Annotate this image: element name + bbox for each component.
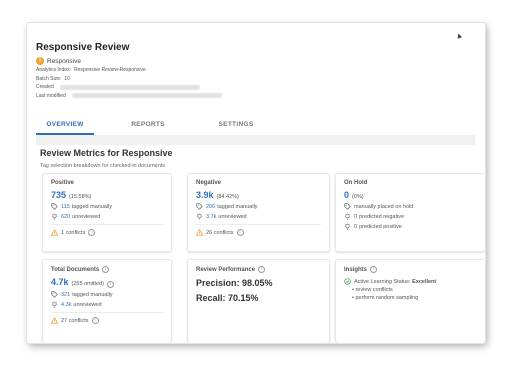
positive-card: Positive 735 (15.58%) 115 tagged manually …: [42, 173, 172, 252]
last-modified-label: Last modified: [36, 92, 66, 99]
tab-bar: OVERVIEW REPORTS SETTINGS: [36, 113, 476, 135]
total-count[interactable]: 4.7k: [51, 277, 69, 287]
unreviewed-label: unreviewed: [72, 213, 101, 220]
tagged-count[interactable]: 115: [61, 204, 70, 210]
tab-settings[interactable]: SETTINGS: [202, 113, 270, 135]
unreviewed-count[interactable]: 3.7k: [206, 214, 216, 220]
insight-bullet: • review conflicts: [352, 287, 393, 293]
predicted-positive-label: predicted positive: [359, 223, 402, 230]
tab-reports[interactable]: REPORTS: [94, 113, 202, 135]
card-title: Total Documents: [51, 266, 100, 273]
tagged-label: tagged manually: [71, 203, 113, 210]
status-warning-icon: !: [36, 57, 44, 65]
review-window: ▲ Responsive Review ! Responsive Analyti…: [27, 23, 485, 343]
on-hold-card: On Hold 0 (0%) manually placed on hold 0p…: [335, 173, 485, 252]
warning-icon: [196, 229, 203, 236]
status-label: Responsive: [47, 57, 81, 65]
divider: [51, 312, 163, 313]
review-performance-card: Review Performance i Precision: 98.05% Re…: [187, 259, 330, 343]
tag-icon: [344, 203, 351, 210]
negative-percent: (84.42%): [216, 194, 239, 200]
info-icon[interactable]: i: [102, 266, 110, 273]
tag-icon: [51, 203, 58, 210]
info-icon[interactable]: i: [106, 281, 114, 288]
info-icon[interactable]: i: [236, 229, 244, 236]
unreviewed-count[interactable]: 4.3k: [61, 302, 71, 308]
tagged-label: tagged manually: [72, 291, 113, 298]
negative-card: Negative 3.9k (84.42%) 206 tagged manually…: [187, 173, 330, 252]
menu-icon[interactable]: ▲: [454, 30, 465, 41]
recall-value: Recall: 70.15%: [196, 293, 259, 303]
section-subtitle: Tag selection breakdown for checked-in d…: [40, 163, 166, 169]
review-header: Responsive Review ! Responsive Analytics…: [36, 42, 476, 100]
last-modified-redacted: [71, 93, 222, 99]
insight-text: perform random sampling: [355, 295, 419, 301]
batch-size-value: 10: [64, 75, 70, 82]
precision-value: Precision: 98.05%: [196, 278, 273, 288]
predicted-positive-count: 0: [354, 223, 358, 230]
on-hold-count[interactable]: 0: [344, 190, 349, 200]
analytics-index-label: Analytics Index:: [36, 67, 72, 73]
created-label: Created: [36, 84, 54, 90]
meta-block: Analytics Index: Responsive Review-Respon…: [36, 66, 476, 100]
info-icon[interactable]: i: [370, 266, 378, 273]
predicted-negative-count: 0: [354, 213, 358, 220]
tag-icon: [196, 203, 203, 210]
card-title: Insights: [344, 266, 368, 273]
on-hold-percent: (0%): [352, 194, 364, 200]
page-title: Responsive Review: [36, 42, 130, 53]
info-icon[interactable]: i: [88, 229, 96, 236]
tab-overview[interactable]: OVERVIEW: [36, 113, 94, 135]
omitted-count: (255 omitted): [71, 281, 104, 287]
tagged-count[interactable]: 206: [206, 204, 215, 210]
tag-icon: [51, 291, 58, 298]
tagged-label: tagged manually: [217, 203, 258, 210]
conflicts-count[interactable]: 27 conflicts: [61, 318, 89, 324]
card-title: Negative: [196, 180, 222, 186]
insight-bullet: • perform random sampling: [352, 295, 419, 301]
insights-card: Insights i Active Learning Status: Excell…: [335, 259, 485, 343]
divider: [51, 224, 163, 225]
conflicts-count[interactable]: 1 conflicts: [61, 230, 85, 236]
warning-icon: [51, 229, 58, 236]
learning-status-value: Excellent: [412, 278, 437, 285]
learning-status-label: Active Learning Status:: [354, 278, 411, 285]
unreviewed-label: unreviewed: [73, 301, 102, 308]
status-row: ! Responsive: [36, 57, 476, 65]
manual-hold-label: manually placed on hold: [354, 203, 414, 210]
tagged-count[interactable]: 321: [61, 292, 70, 298]
card-title: Review Performance: [196, 266, 256, 273]
analytics-index-value: Responsive Review-Responsive: [74, 67, 146, 73]
divider: [196, 224, 321, 225]
unreviewed-label: unreviewed: [218, 213, 247, 220]
warning-icon: [51, 317, 58, 324]
created-redacted: [59, 84, 200, 90]
batch-size-label: Batch Size:: [36, 75, 62, 82]
lightbulb-icon: [196, 213, 203, 220]
positive-count[interactable]: 735: [51, 190, 66, 200]
info-icon[interactable]: i: [258, 266, 266, 273]
card-title: Positive: [51, 180, 75, 186]
lightbulb-icon: [344, 223, 351, 230]
info-icon[interactable]: i: [91, 317, 99, 324]
section-title: Review Metrics for Responsive: [40, 148, 173, 158]
check-circle-icon: [344, 278, 351, 285]
tab-divider: [36, 135, 475, 145]
lightbulb-icon: [344, 213, 351, 220]
positive-percent: (15.58%): [69, 194, 92, 200]
lightbulb-icon: [51, 213, 58, 220]
lightbulb-icon: [51, 301, 58, 308]
conflicts-count[interactable]: 26 conflicts: [206, 230, 234, 236]
negative-count[interactable]: 3.9k: [196, 190, 214, 200]
total-documents-card: Total Documents i 4.7k (255 omitted) i 321 t…: [42, 259, 172, 343]
insight-text: review conflicts: [355, 287, 393, 293]
card-title: On Hold: [344, 180, 368, 186]
predicted-negative-label: predicted negative: [359, 213, 405, 220]
unreviewed-count[interactable]: 620: [61, 214, 70, 220]
